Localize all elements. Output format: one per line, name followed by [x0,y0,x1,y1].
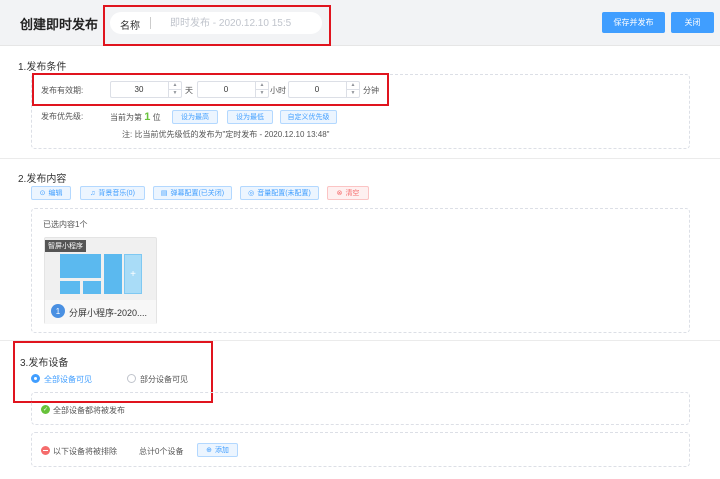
days-spinner[interactable]: ▲ ▼ [168,82,181,97]
layout-tile [83,281,101,294]
section-divider [0,340,720,341]
layout-tile [60,254,101,278]
add-label: 添加 [214,447,229,454]
danmaku-label: 弹幕配置(已关闭) [170,190,225,197]
layout-tile [104,254,122,294]
volume-button[interactable]: ◎ 音量配置(未配置) [240,186,319,200]
minus-circle-icon [41,446,50,455]
rank-prefix: 当前为第 [110,113,142,122]
edit-button[interactable]: ⊙ 编辑 [31,186,71,200]
minutes-spinner[interactable]: ▲ ▼ [346,82,359,97]
rank-text: 当前为第 1 位 [110,111,161,123]
option-partial-label[interactable]: 部分设备可见 [140,374,188,385]
edit-label: 编辑 [48,190,63,197]
headphones-icon: ♫ [90,189,96,197]
save-publish-button[interactable]: 保存并发布 [602,12,665,33]
hours-spinner[interactable]: ▲ ▼ [255,82,268,97]
hours-input[interactable] [198,82,254,97]
page-title: 创建即时发布 [20,17,99,32]
volume-icon: ◎ [248,190,255,197]
priority-label: 发布优先级: [41,112,84,121]
clear-label: 清空 [345,190,360,197]
name-label: 名称 [120,21,140,32]
chevron-up-icon[interactable]: ▲ [256,82,268,89]
radio-checked-icon[interactable] [31,374,40,383]
clear-icon: ⊗ [336,190,343,197]
hours-unit: 小时 [270,86,286,95]
chevron-down-icon[interactable]: ▼ [169,89,181,96]
card-name: 分屏小程序-2020.... [69,308,148,318]
set-highest-button[interactable]: 设为最高 [172,110,218,124]
all-devices-box [31,392,690,425]
chevron-up-icon[interactable]: ▲ [347,82,359,89]
exclude-box [31,432,690,467]
name-input[interactable] [170,16,315,30]
chevron-down-icon[interactable]: ▼ [256,89,268,96]
content-card[interactable]: 智屏小程序 + 1 分屏小程序-2020.... [44,237,157,324]
option-all-label[interactable]: 全部设备可见 [44,374,92,385]
edit-icon: ⊙ [39,190,46,197]
validity-label: 发布有效期: [41,86,84,95]
days-unit: 天 [185,86,193,95]
layout-tile [60,281,80,294]
content-title: 2.发布内容 [18,174,67,185]
danmaku-icon: ▤ [160,190,168,197]
exclude-label: 以下设备将被排除 [53,447,117,456]
card-footer: 1 分屏小程序-2020.... [45,300,156,324]
conditions-title: 1.发布条件 [18,62,67,73]
days-stepper[interactable]: ▲▼ [110,81,182,98]
priority-note: 注: 比当前优先级低的发布为"定时发布 - 2020.12.10 13:48" [122,130,330,139]
header-bar: 创建即时发布 名称 保存并发布 关闭 [0,0,720,46]
add-device-button[interactable]: ⊕ 添加 [197,443,238,457]
card-tag: 智屏小程序 [45,240,86,252]
selected-count: 已选内容1个 [43,220,88,229]
devices-title: 3.发布设备 [20,358,69,369]
music-button[interactable]: ♫ 背景音乐(0) [80,186,145,200]
danmaku-button[interactable]: ▤ 弹幕配置(已关闭) [153,186,232,200]
close-button[interactable]: 关闭 [671,12,714,33]
volume-label: 音量配置(未配置) [257,190,311,197]
rank-suffix: 位 [152,113,161,122]
section-divider [0,158,720,159]
card-index: 1 [51,304,65,318]
days-input[interactable] [111,82,167,97]
music-label: 背景音乐(0) [98,190,135,197]
name-divider [150,17,151,29]
chevron-down-icon[interactable]: ▼ [347,89,359,96]
check-circle-icon: ✓ [41,405,50,414]
custom-priority-button[interactable]: 自定义优先级 [280,110,337,124]
add-icon: ⊕ [206,447,212,454]
hours-stepper[interactable]: ▲▼ [197,81,269,98]
exclude-count: 总计0个设备 [139,447,184,456]
set-lowest-button[interactable]: 设为最低 [227,110,273,124]
chevron-up-icon[interactable]: ▲ [169,82,181,89]
plus-icon[interactable]: + [124,254,142,294]
minutes-input[interactable] [289,82,345,97]
rank-value: 1 [144,111,151,123]
all-devices-note: 全部设备都将被发布 [53,406,125,415]
name-field[interactable]: 名称 [110,12,322,34]
minutes-unit: 分钟 [363,86,379,95]
clear-button[interactable]: ⊗ 清空 [327,186,369,200]
radio-unchecked-icon[interactable] [127,374,136,383]
minutes-stepper[interactable]: ▲▼ [288,81,360,98]
